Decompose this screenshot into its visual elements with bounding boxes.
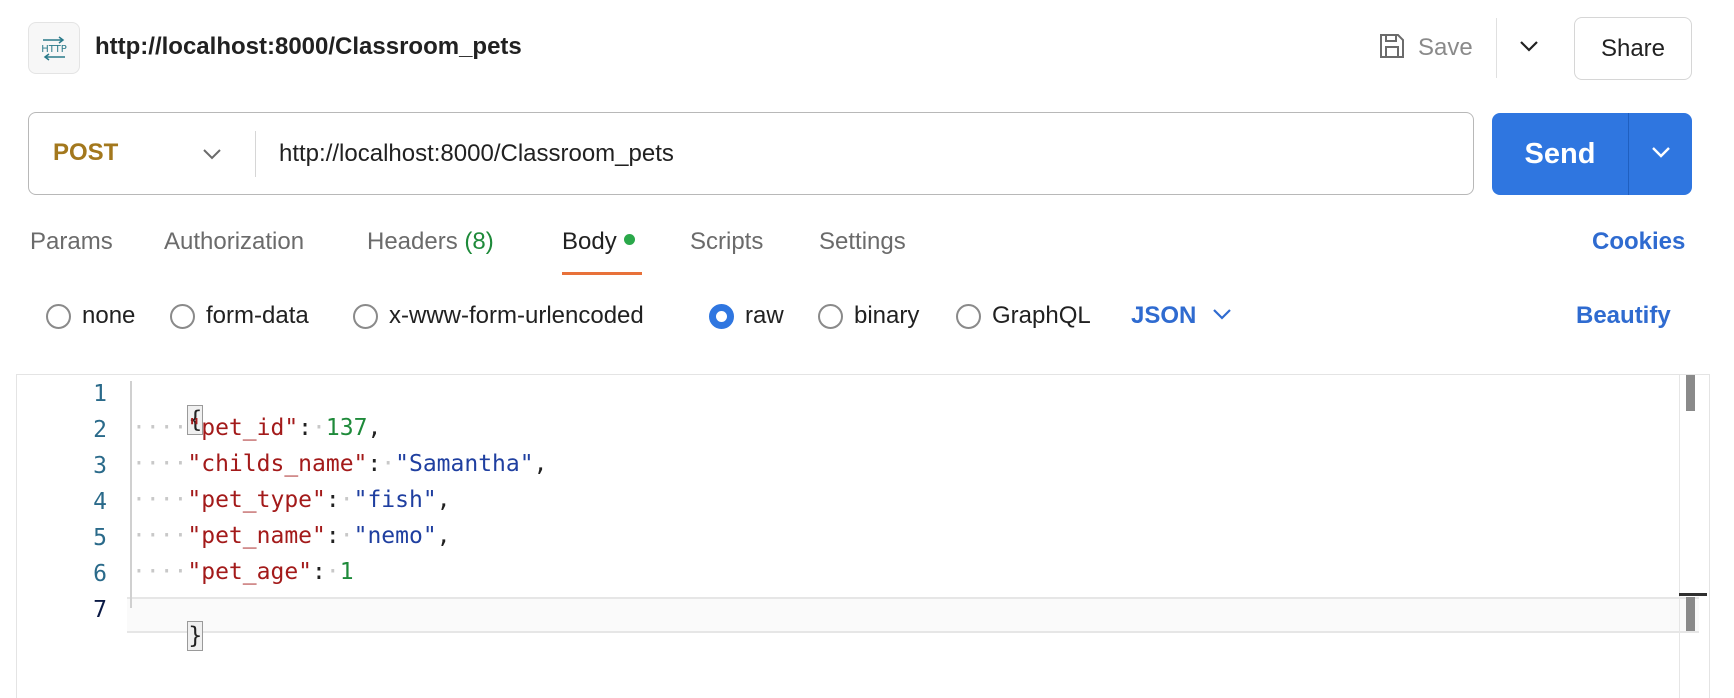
line-number: 7 [93,597,107,623]
close-brace: } [187,621,204,651]
radio-label: GraphQL [992,302,1091,329]
scrollbar-track[interactable] [1679,375,1680,698]
radio-label: raw [745,302,784,329]
radio-none[interactable]: none [46,302,135,330]
tab-headers[interactable]: Headers (8) [367,228,494,256]
save-button[interactable]: Save [1378,24,1473,72]
radio-label: form-data [206,302,309,329]
json-key: "childs_name" [187,451,368,477]
chevron-down-icon [1519,39,1539,57]
url-input[interactable] [279,133,1429,175]
json-value: 137 [325,415,368,441]
radio-raw[interactable]: raw [709,302,784,330]
save-options-button[interactable] [1510,30,1548,66]
line-number: 2 [93,417,107,443]
tab-body-label: Body [562,228,617,255]
send-button-group: Send [1492,113,1692,195]
json-value: "fish" [353,487,437,513]
request-header: HTTP http://localhost:8000/Classroom_pet… [0,0,1734,96]
radio-label: x-www-form-urlencoded [389,302,644,329]
chevron-down-icon [1651,145,1671,163]
http-icon: HTTP [28,22,80,74]
code-line: } [132,595,204,677]
floppy-disk-icon [1378,32,1406,65]
json-key: "pet_age" [187,559,313,585]
active-tab-indicator [562,272,642,275]
svg-text:HTTP: HTTP [41,44,67,55]
radio-binary[interactable]: binary [818,302,919,330]
code-line: ····"pet_type":·"fish", [132,487,451,513]
tab-settings[interactable]: Settings [819,228,906,256]
scrollbar-marker [1679,593,1707,596]
radio-x-www-form-urlencoded[interactable]: x-www-form-urlencoded [353,302,644,330]
tab-authorization[interactable]: Authorization [164,228,304,256]
radio-indicator[interactable] [956,303,981,329]
json-key: "pet_name" [187,523,326,549]
language-label: JSON [1131,302,1197,329]
line-number: 3 [93,453,107,479]
line-number: 6 [93,561,107,587]
send-button[interactable]: Send [1492,113,1628,195]
json-value: 1 [339,559,354,585]
radio-form-data[interactable]: form-data [170,302,309,330]
radio-indicator[interactable] [818,303,843,329]
radio-label: binary [854,302,920,329]
url-bar: POST [28,112,1474,195]
headers-count: (8) [464,228,494,255]
divider [255,131,256,177]
cookies-link[interactable]: Cookies [1592,228,1685,256]
json-value: "Samantha" [395,451,534,477]
line-number: 5 [93,525,107,551]
radio-indicator[interactable] [170,303,195,329]
code-line: ····"pet_name":·"nemo", [132,523,451,549]
request-title[interactable]: http://localhost:8000/Classroom_pets [95,33,522,61]
active-line-highlight [127,597,1699,633]
scrollbar-thumb[interactable] [1686,375,1695,411]
line-number: 4 [93,489,107,515]
code-line: ····"pet_id":·137, [132,415,382,441]
chevron-down-icon[interactable] [197,139,227,169]
tab-headers-label: Headers [367,228,458,255]
json-key: "pet_type" [187,487,326,513]
chevron-down-icon [1212,307,1232,325]
line-number: 1 [93,381,107,407]
share-button[interactable]: Share [1574,17,1692,80]
send-options-button[interactable] [1629,113,1692,195]
divider [1496,18,1497,78]
code-line: ····"pet_age":·1 [132,559,354,585]
scrollbar-thumb[interactable] [1686,597,1695,631]
tab-body[interactable]: Body [562,228,635,256]
beautify-button[interactable]: Beautify [1576,302,1671,330]
code-editor[interactable]: 1 2 3 4 5 6 7 { ····"pet_id":·137, ····"… [16,374,1710,698]
method-select[interactable]: POST [53,139,118,167]
radio-indicator[interactable] [353,303,378,329]
tab-params[interactable]: Params [30,228,113,256]
code-line: ····"childs_name":·"Samantha", [132,451,548,477]
save-label: Save [1418,34,1473,61]
radio-label: none [82,302,136,329]
line-number-gutter: 1 2 3 4 5 6 7 [17,375,127,698]
tab-scripts[interactable]: Scripts [690,228,763,256]
radio-graphql[interactable]: GraphQL [956,302,1091,330]
json-key: "pet_id" [187,415,299,441]
body-modified-dot [623,234,635,246]
language-select[interactable]: JSON [1131,302,1232,330]
radio-indicator[interactable] [709,303,734,329]
json-value: "nemo" [353,523,437,549]
radio-indicator[interactable] [46,303,71,329]
